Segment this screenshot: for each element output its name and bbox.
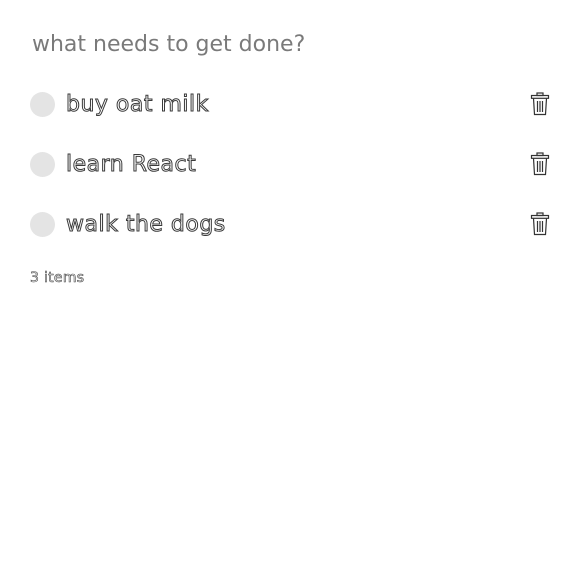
delete-todo-button[interactable] (528, 211, 552, 237)
todo-label[interactable]: buy oat milk (66, 91, 528, 117)
todo-toggle[interactable] (30, 151, 55, 177)
todo-item: buy oat milk (30, 74, 552, 134)
todo-toggle[interactable] (30, 211, 55, 237)
todo-item: learn React (30, 134, 552, 194)
todo-list: buy oat milk learn React walk the dogs (30, 74, 552, 254)
todo-label[interactable]: learn React (66, 151, 528, 177)
delete-todo-button[interactable] (528, 91, 552, 117)
trash-icon (530, 212, 550, 236)
items-left-count: 3 items (30, 270, 85, 287)
trash-icon (530, 152, 550, 176)
todo-item: walk the dogs (30, 194, 552, 254)
delete-todo-button[interactable] (528, 151, 552, 177)
trash-icon (530, 92, 550, 116)
todo-label[interactable]: walk the dogs (66, 211, 528, 237)
todo-toggle[interactable] (30, 91, 55, 117)
todo-app: buy oat milk learn React (0, 0, 580, 580)
new-todo-input[interactable] (32, 24, 548, 64)
